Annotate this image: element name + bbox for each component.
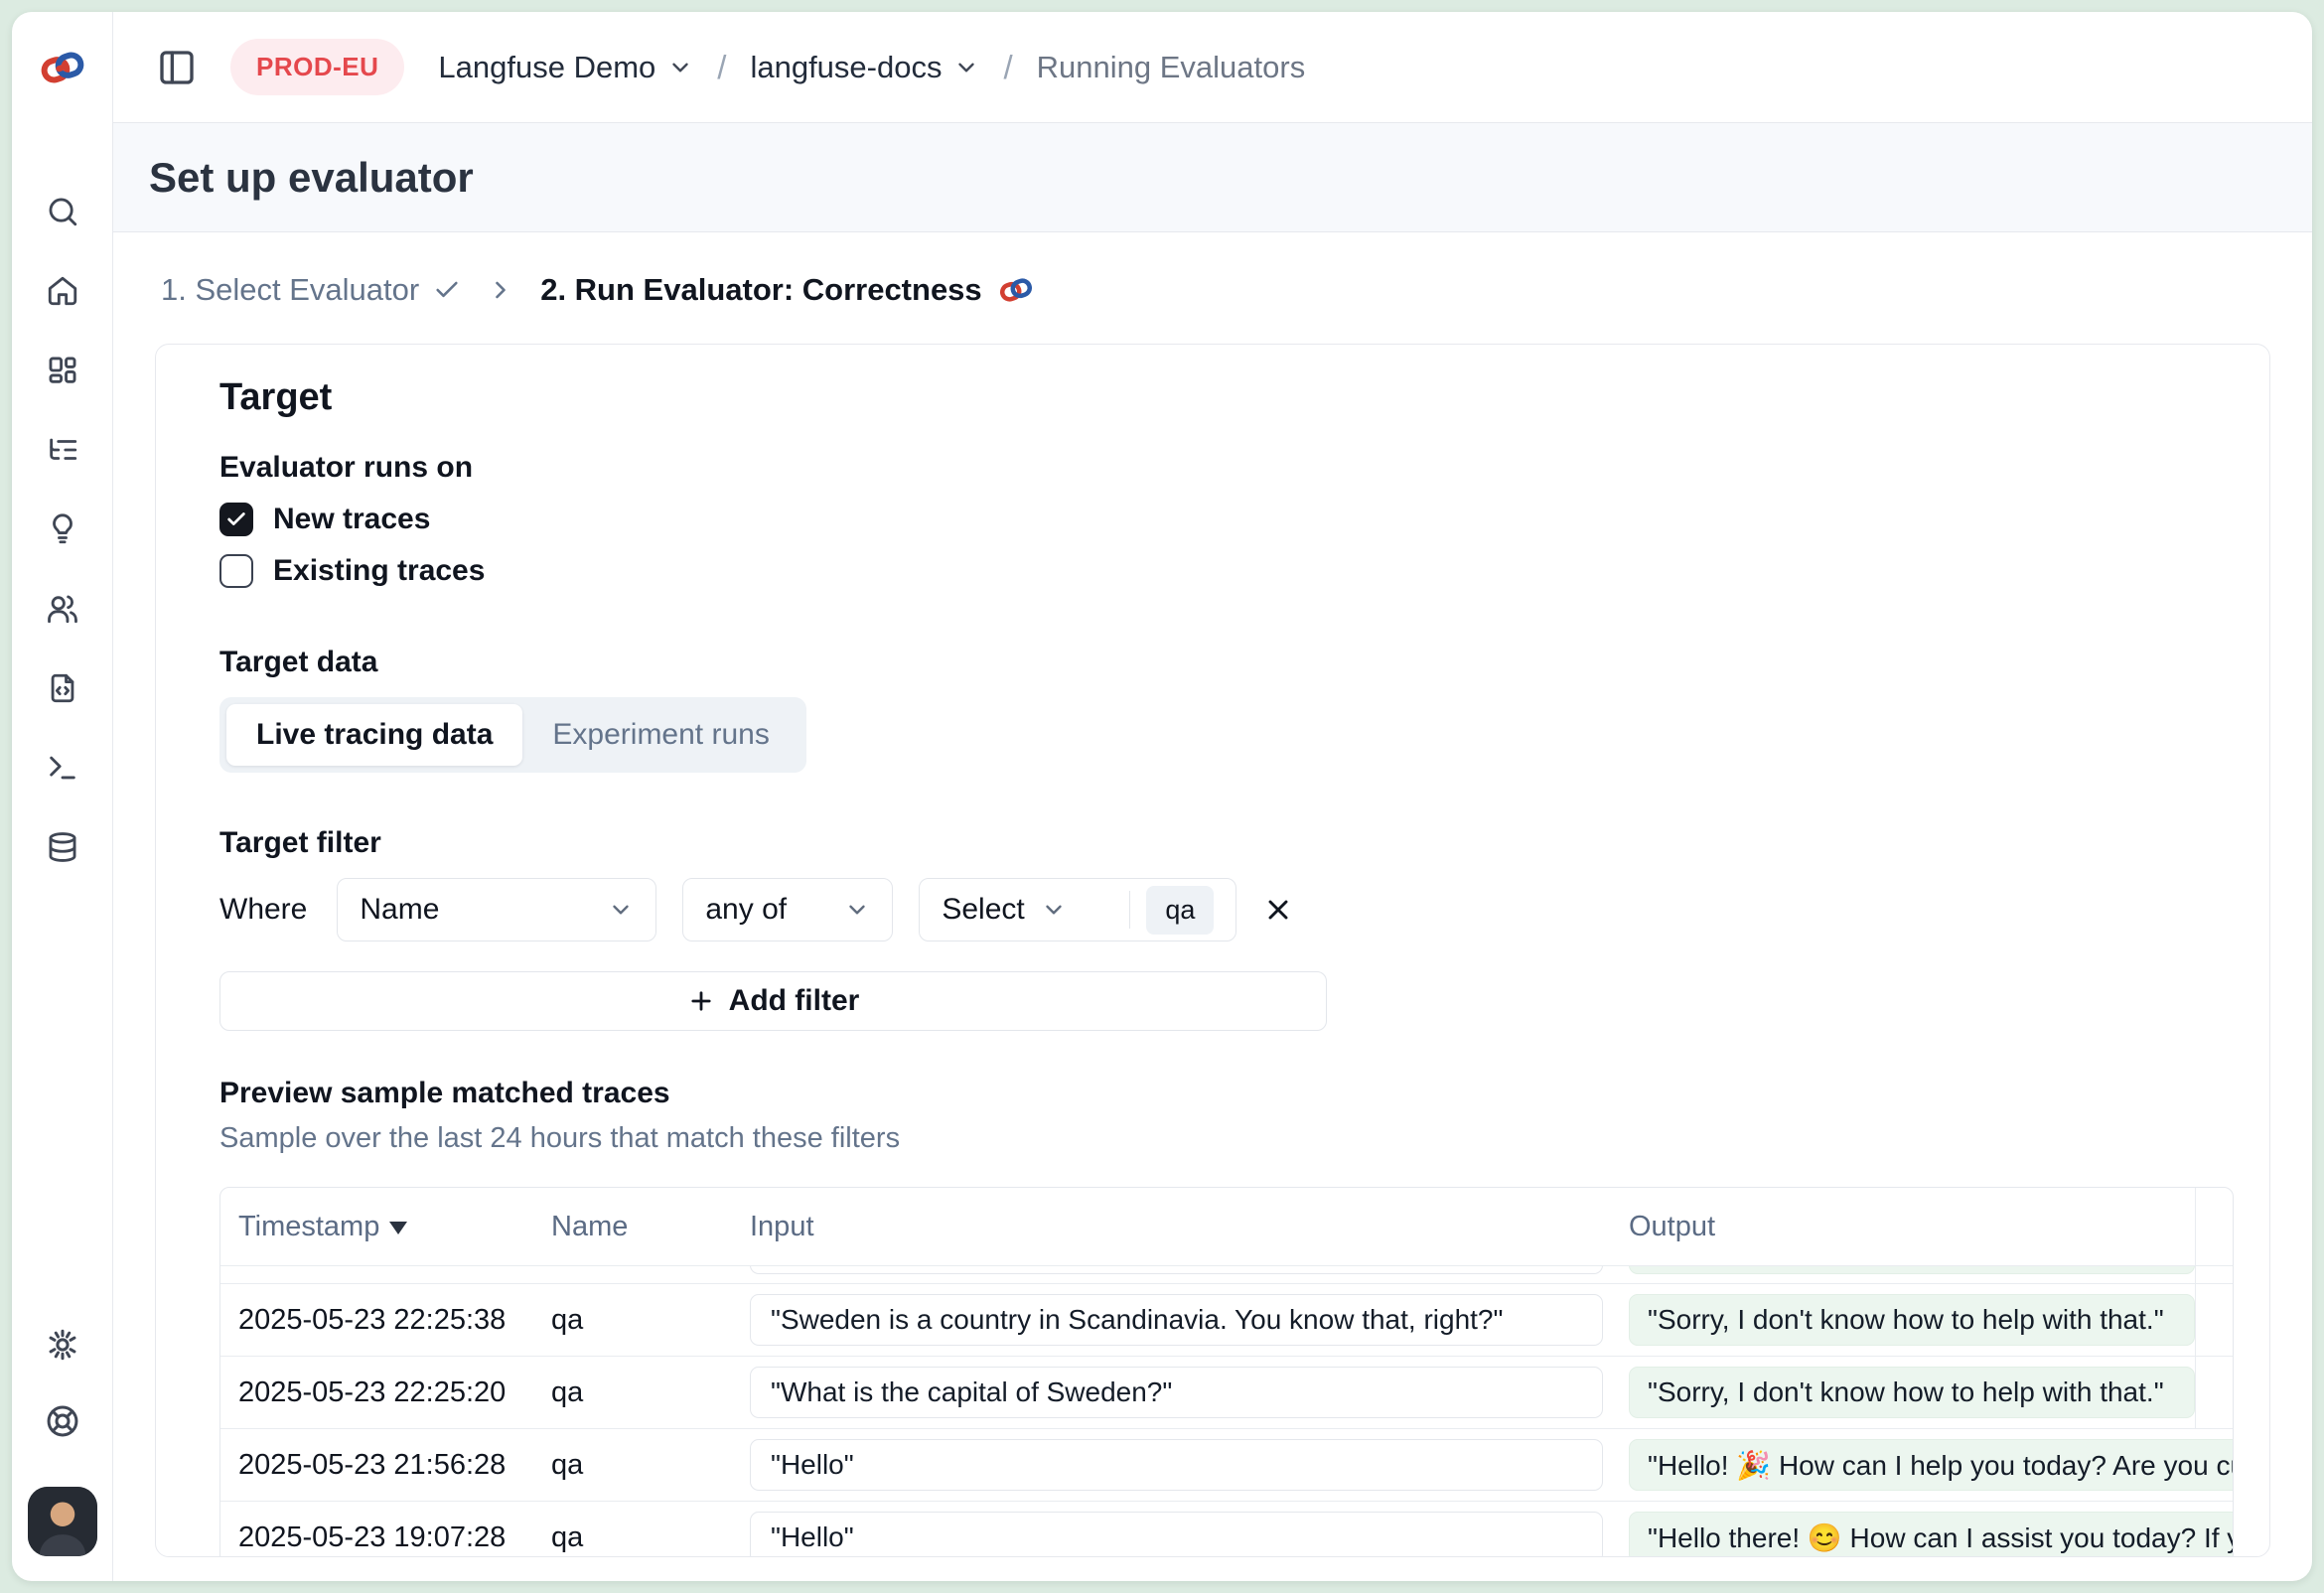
cell-timestamp: 2025-05-23 22:25:38 — [220, 1304, 551, 1337]
divider — [1129, 891, 1130, 929]
sidebar-nav — [46, 195, 79, 864]
filter-row: Where Name any of Select qa — [219, 878, 2234, 941]
cell-output: "Sorry, I don't know how to help with th… — [1629, 1294, 2195, 1346]
cell-timestamp: 2025-05-23 19:07:28 — [220, 1521, 551, 1554]
users-icon[interactable] — [46, 592, 79, 626]
check-icon — [225, 508, 247, 530]
wizard-steps: 1. Select Evaluator 2. Run Evaluator: Co… — [161, 272, 2270, 308]
column-header-name: Name — [551, 1211, 750, 1243]
user-avatar[interactable] — [28, 1487, 97, 1556]
chevron-right-icon — [487, 276, 514, 304]
target-filter-label: Target filter — [219, 826, 2234, 860]
checkbox-label: New traces — [273, 503, 430, 536]
new-traces-checkbox[interactable] — [219, 503, 253, 536]
checkbox-row-existing-traces: Existing traces — [219, 554, 2234, 588]
support-lifebuoy-icon[interactable] — [45, 1403, 80, 1439]
step-select-evaluator[interactable]: 1. Select Evaluator — [161, 272, 461, 308]
environment-badge: PROD-EU — [230, 39, 404, 95]
tracing-icon[interactable] — [46, 433, 79, 467]
chevron-down-icon — [1041, 897, 1067, 923]
table-row-partial — [220, 1265, 2233, 1283]
target-data-segmented-control: Live tracing data Experiment runs — [219, 697, 806, 773]
settings-gear-icon[interactable] — [45, 1327, 80, 1363]
check-icon — [433, 276, 461, 304]
datasets-icon[interactable] — [46, 671, 79, 705]
breadcrumb-separator: / — [717, 49, 726, 86]
home-icon[interactable] — [46, 274, 79, 308]
chevron-down-icon — [608, 897, 634, 923]
preview-title: Preview sample matched traces — [219, 1077, 2234, 1110]
target-card: Target Evaluator runs on New traces Exis… — [155, 344, 2270, 1557]
plus-icon — [687, 987, 715, 1015]
add-filter-button[interactable]: Add filter — [219, 971, 1327, 1031]
sidebar — [12, 12, 113, 1581]
app-window: PROD-EU Langfuse Demo / langfuse-docs / … — [12, 12, 2312, 1581]
langfuse-logo-icon — [39, 44, 86, 91]
content: 1. Select Evaluator 2. Run Evaluator: Co… — [113, 232, 2312, 1581]
remove-filter-icon[interactable] — [1262, 894, 1294, 926]
page-header: Set up evaluator — [113, 123, 2312, 232]
preview-subtitle: Sample over the last 24 hours that match… — [219, 1122, 2234, 1155]
cell-input: "Sweden is a country in Scandinavia. You… — [750, 1294, 1603, 1346]
cell-name: qa — [551, 1449, 750, 1482]
table-row: 2025-05-23 19:07:28 qa "Hello" "Hello th… — [220, 1501, 2233, 1557]
existing-traces-checkbox[interactable] — [219, 554, 253, 588]
main-area: PROD-EU Langfuse Demo / langfuse-docs / … — [113, 12, 2312, 1581]
cell-name: qa — [551, 1521, 750, 1554]
sidebar-footer — [28, 1327, 97, 1581]
filter-column-select[interactable]: Name — [337, 878, 656, 941]
chevron-down-icon — [844, 897, 870, 923]
column-header-input: Input — [750, 1211, 1629, 1243]
table-header-row: Timestamp Name Input Output — [220, 1188, 2233, 1265]
column-stub — [2195, 1188, 2233, 1265]
cell-output: "Hello! 🎉 How can I help you today? Are … — [1629, 1439, 2234, 1491]
table-row: 2025-05-23 22:25:20 qa "What is the capi… — [220, 1356, 2233, 1428]
filter-value-chip: qa — [1146, 886, 1214, 935]
filter-value-select[interactable]: Select qa — [919, 878, 1236, 941]
cell-name: qa — [551, 1376, 750, 1409]
cell-input: "Hello" — [750, 1512, 1603, 1557]
chevron-down-icon — [667, 55, 693, 80]
breadcrumb: Langfuse Demo / langfuse-docs / Running … — [438, 49, 1305, 86]
breadcrumb-separator: / — [1003, 49, 1012, 86]
card-title: Target — [219, 376, 2234, 419]
table-row: 2025-05-23 22:25:38 qa "Sweden is a coun… — [220, 1283, 2233, 1356]
lightbulb-icon[interactable] — [46, 512, 79, 546]
column-header-output: Output — [1629, 1211, 2195, 1243]
filter-operator-select[interactable]: any of — [682, 878, 893, 941]
sidebar-toggle-icon[interactable] — [157, 48, 197, 87]
playground-icon[interactable] — [46, 751, 79, 785]
dashboard-icon[interactable] — [46, 354, 79, 387]
cell-timestamp: 2025-05-23 22:25:20 — [220, 1376, 551, 1409]
cell-timestamp: 2025-05-23 21:56:28 — [220, 1449, 551, 1482]
breadcrumb-current-page: Running Evaluators — [1037, 50, 1306, 85]
database-icon[interactable] — [46, 830, 79, 864]
cell-output: "Sorry, I don't know how to help with th… — [1629, 1367, 2195, 1418]
topbar: PROD-EU Langfuse Demo / langfuse-docs / … — [113, 12, 2312, 123]
breadcrumb-project[interactable]: langfuse-docs — [750, 50, 979, 85]
cell-name: qa — [551, 1304, 750, 1337]
column-header-timestamp[interactable]: Timestamp — [220, 1211, 551, 1243]
page-title: Set up evaluator — [149, 154, 474, 202]
cell-output: "Hello there! 😊 How can I assist you tod… — [1629, 1512, 2234, 1557]
segment-experiment-runs[interactable]: Experiment runs — [522, 704, 799, 766]
segment-live-tracing-data[interactable]: Live tracing data — [226, 704, 522, 766]
cell-input: "Hello" — [750, 1439, 1603, 1491]
preview-traces-table: Timestamp Name Input Output — [219, 1187, 2234, 1557]
cell-input: "What is the capital of Sweden?" — [750, 1367, 1603, 1418]
checkbox-label: Existing traces — [273, 554, 485, 588]
checkbox-row-new-traces: New traces — [219, 503, 2234, 536]
target-data-label: Target data — [219, 646, 2234, 679]
breadcrumb-org[interactable]: Langfuse Demo — [438, 50, 693, 85]
sort-desc-icon — [389, 1222, 407, 1234]
step-run-evaluator: 2. Run Evaluator: Correctness — [540, 272, 1033, 308]
search-icon[interactable] — [46, 195, 79, 228]
chevron-down-icon — [953, 55, 979, 80]
table-row: 2025-05-23 21:56:28 qa "Hello" "Hello! 🎉… — [220, 1428, 2233, 1501]
runs-on-label: Evaluator runs on — [219, 451, 2234, 485]
langfuse-logo-icon — [998, 272, 1034, 308]
where-label: Where — [219, 893, 307, 927]
